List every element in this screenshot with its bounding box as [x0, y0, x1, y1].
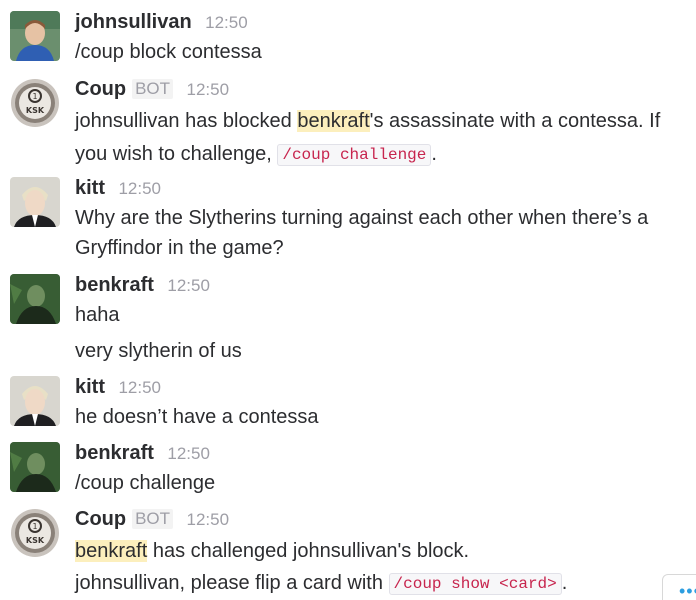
message-text: johnsullivan has blocked benkraft's assa… [75, 105, 660, 137]
svg-text:1: 1 [32, 92, 37, 101]
message: kitt 12:50 he doesn’t have a contessa [0, 376, 696, 432]
inline-code: /coup challenge [277, 144, 432, 166]
message-text: Gryffindor in the game? [75, 237, 284, 259]
message-text: you wish to challenge, /coup challenge. [75, 138, 437, 171]
timestamp[interactable]: 12:50 [205, 13, 248, 32]
author-name[interactable]: kitt [75, 376, 105, 398]
message-header: johnsullivan 12:50 [75, 11, 248, 37]
timestamp[interactable]: 12:50 [118, 179, 161, 198]
bot-badge: BOT [132, 509, 174, 529]
avatar-benkraft[interactable] [10, 274, 60, 324]
message: benkraft 12:50 /coup challenge [0, 442, 696, 498]
svg-text:1: 1 [32, 522, 37, 531]
message-text: benkraft has challenged johnsullivan's b… [75, 535, 469, 567]
message-text: johnsullivan, please flip a card with /c… [75, 567, 567, 600]
message: kitt 12:50 Why are the Slytherins turnin… [0, 177, 696, 265]
message-feed: johnsullivan 12:50 /coup block contessa … [0, 0, 696, 600]
message-header: kitt 12:50 [75, 177, 161, 203]
message-text: very slytherin of us [75, 340, 242, 362]
timestamp[interactable]: 12:50 [187, 510, 230, 529]
text-segment: . [431, 143, 437, 165]
author-name[interactable]: benkraft [75, 274, 154, 296]
message: 1 KSK Coup BOT 12:50 benkraft has challen… [0, 508, 696, 600]
mention-highlight[interactable]: benkraft [75, 540, 148, 562]
timestamp[interactable]: 12:50 [167, 276, 210, 295]
message: benkraft 12:50 haha very slytherin of us [0, 274, 696, 364]
ellipsis-icon: ••• [679, 581, 696, 600]
timestamp[interactable]: 12:50 [167, 444, 210, 463]
author-name[interactable]: Coup [75, 78, 126, 100]
message-text: Why are the Slytherins turning against e… [75, 207, 649, 229]
avatar-coup-bot[interactable]: 1 KSK [10, 508, 60, 558]
coup-logo-text: KSK [26, 536, 45, 545]
avatar-coup-bot[interactable]: 1 KSK [10, 78, 60, 128]
bot-badge: BOT [132, 79, 174, 99]
timestamp[interactable]: 12:50 [118, 378, 161, 397]
author-name[interactable]: Coup [75, 508, 126, 530]
text-segment: johnsullivan has blocked [75, 110, 298, 132]
avatar-kitt[interactable] [10, 376, 60, 426]
mention-highlight[interactable]: benkraft [297, 110, 370, 132]
text-segment: 's assassinate with a contessa. If [369, 110, 661, 132]
message-header: Coup BOT 12:50 [75, 508, 229, 534]
text-segment: you wish to challenge, [75, 143, 278, 165]
message-header: kitt 12:50 [75, 376, 161, 402]
message-text: haha [75, 304, 120, 326]
message-text: /coup block contessa [75, 41, 262, 63]
message-header: Coup BOT 12:50 [75, 78, 229, 104]
message-header: benkraft 12:50 [75, 442, 210, 468]
avatar-benkraft[interactable] [10, 442, 60, 492]
coup-logo-text: KSK [26, 106, 45, 115]
more-actions-button[interactable]: ••• [662, 574, 696, 600]
avatar-kitt[interactable] [10, 177, 60, 227]
inline-code: /coup show <card> [388, 573, 562, 595]
author-name[interactable]: johnsullivan [75, 11, 192, 33]
author-name[interactable]: benkraft [75, 442, 154, 464]
message: johnsullivan 12:50 /coup block contessa [0, 11, 696, 67]
author-name[interactable]: kitt [75, 177, 105, 199]
message: 1 KSK Coup BOT 12:50 johnsullivan has blo… [0, 78, 696, 168]
message-text: he doesn’t have a contessa [75, 406, 319, 428]
timestamp[interactable]: 12:50 [187, 80, 230, 99]
text-segment: johnsullivan, please flip a card with [75, 572, 389, 594]
text-segment: . [561, 572, 568, 594]
text-segment: has challenged johnsullivan's block. [147, 540, 470, 562]
message-header: benkraft 12:50 [75, 274, 210, 300]
avatar-johnsullivan[interactable] [10, 11, 60, 61]
message-text: /coup challenge [75, 472, 216, 494]
